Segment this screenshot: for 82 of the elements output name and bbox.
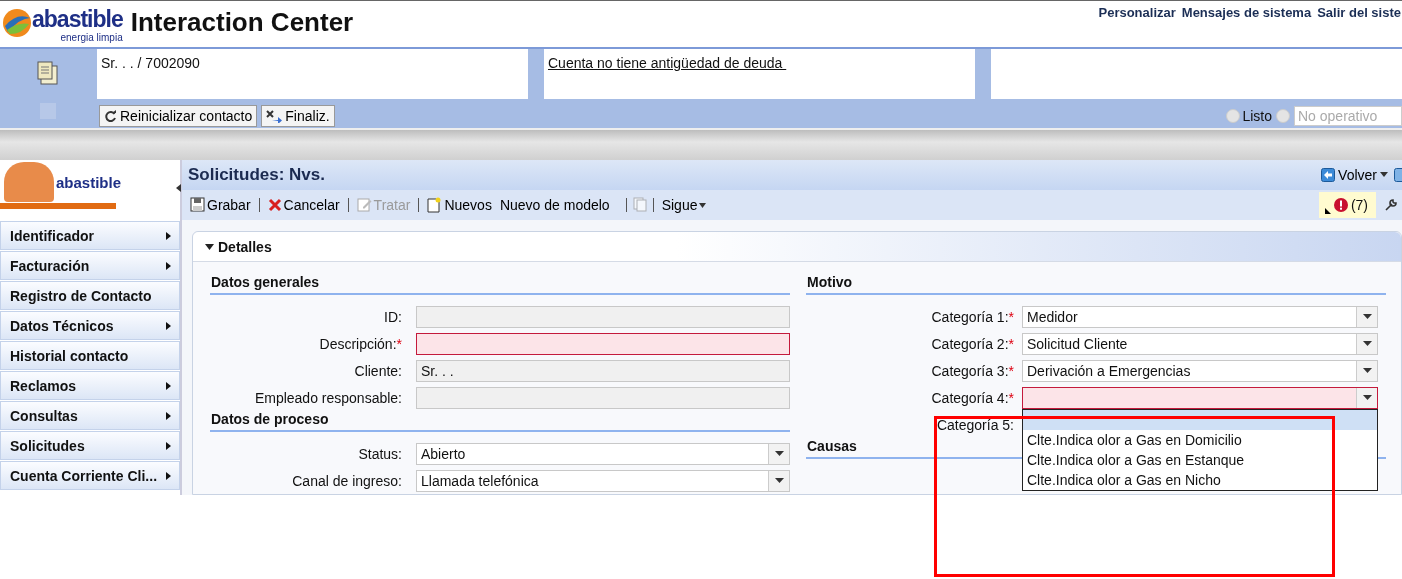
sidebar-item[interactable]: Cuenta Corriente Cli... — [0, 461, 180, 490]
corner-triangle-icon — [1324, 207, 1331, 214]
sidebar-logo-text: abastible — [56, 174, 122, 191]
sidebar-item[interactable]: Consultas — [0, 401, 180, 430]
end-call-icon — [266, 109, 283, 123]
refresh-icon — [104, 109, 117, 123]
sidebar-item[interactable]: Reclamos — [0, 371, 180, 400]
cancel-icon — [267, 197, 282, 212]
new-document-icon — [427, 196, 443, 213]
dropdown-caret-icon — [699, 201, 707, 208]
field-label: ID: — [383, 308, 403, 325]
dropdown-option[interactable]: Clte.Indica olor a Gas en Domicilio — [1023, 429, 1377, 450]
toolbar-button[interactable]: Cancelar — [265, 196, 342, 213]
caret-icon — [1380, 172, 1388, 178]
contact-button[interactable]: Finaliz. — [261, 105, 335, 127]
sidebar-item[interactable]: Solicitudes — [0, 431, 180, 460]
save-icon — [190, 197, 205, 213]
toolbar-button[interactable]: Grabar — [188, 196, 253, 213]
dropdown-arrow-icon — [1362, 341, 1372, 346]
debt-notice-link[interactable]: Cuenta no tiene antigüedad de deuda — [548, 55, 787, 71]
dropdown-field[interactable]: Medidor — [1022, 305, 1378, 328]
dropdown-arrow-icon — [1362, 368, 1372, 373]
document-icon[interactable] — [36, 61, 59, 85]
sidebar-item[interactable]: Identificador — [0, 221, 180, 250]
brand-tagline: energia limpia — [60, 31, 123, 43]
contact-button[interactable]: Reinicializar contacto — [99, 105, 258, 127]
status-label: Listo — [1242, 108, 1272, 124]
dropdown-arrow-icon — [774, 451, 784, 456]
blank-option[interactable] — [1023, 409, 1377, 430]
field-label: Categoría 5: — [935, 416, 1015, 433]
wrench-icon[interactable] — [1384, 197, 1398, 212]
section-heading: Datos de proceso — [210, 411, 790, 432]
field-label: Status: — [357, 445, 403, 462]
dropdown-field[interactable]: Llamada telefónica — [416, 469, 790, 492]
field-label: Categoría 2:* — [930, 335, 1015, 352]
back-arrow-icon — [1321, 167, 1336, 182]
header-link[interactable]: Salir del siste — [1317, 5, 1401, 20]
sidebar-item[interactable]: Facturación — [0, 251, 180, 280]
edit-icon — [356, 197, 372, 213]
dropdown-field[interactable]: Derivación a Emergencias — [1022, 359, 1378, 382]
dropdown-field[interactable]: Solicitud Cliente — [1022, 332, 1378, 355]
sidebar-item[interactable]: Registro de Contacto — [0, 281, 180, 310]
logo-swirl-icon — [2, 7, 32, 38]
field-label: Canal de ingreso: — [291, 472, 403, 489]
panel-header[interactable]: Detalles — [193, 232, 1401, 262]
sidebar-item[interactable]: Historial contacto — [0, 341, 180, 370]
alerts-indicator[interactable]: (7) — [1318, 191, 1376, 218]
field-label: Categoría 4:* — [930, 389, 1015, 406]
toolbar-button[interactable]: Nuevos — [425, 196, 494, 213]
dropdown-arrow-icon — [1362, 395, 1372, 400]
field-label: Categoría 1:* — [930, 308, 1015, 325]
toolbar-button[interactable]: Nuevo de modelo — [497, 196, 612, 213]
brand-logo-text: abastible — [32, 5, 123, 32]
contact-account-box: Sr. . . / 7002090 — [97, 49, 528, 99]
back-button[interactable]: Volver — [1321, 166, 1388, 183]
readonly-field: Sr. . . — [416, 359, 790, 382]
section-heading: Datos generales — [210, 274, 790, 295]
status-field[interactable]: No operativo — [1294, 106, 1402, 126]
dropdown-option[interactable]: Clte.Indica olor a Gas en Nicho — [1023, 469, 1377, 490]
sidebar-item[interactable]: Datos Técnicos — [0, 311, 180, 340]
page-title: Solicitudes: Nvs. — [188, 164, 325, 185]
dropdown-arrow-icon — [774, 478, 784, 483]
status-radio[interactable] — [1226, 109, 1241, 123]
field-label: Cliente: — [353, 362, 403, 379]
field-label: Descripción:* — [318, 335, 403, 352]
field-label: Categoría 3:* — [930, 362, 1015, 379]
panel-title: Detalles — [218, 238, 272, 255]
dropdown-field[interactable] — [1022, 386, 1378, 409]
header-link[interactable]: Mensajes de sistema — [1181, 5, 1312, 20]
app-title: Interaction Center — [130, 7, 354, 38]
more-menu-button[interactable]: Sigue — [659, 196, 709, 213]
dropdown-arrow-icon — [1362, 314, 1372, 319]
dropdown-option[interactable]: Clte.Indica olor a Gas en Estanque — [1023, 449, 1377, 470]
dropdown-field[interactable]: Abierto — [416, 442, 790, 465]
input-field[interactable] — [416, 332, 790, 355]
collapse-arrow-icon[interactable] — [176, 184, 181, 192]
photo-placeholder — [4, 162, 54, 202]
field-label: Empleado responsable: — [253, 389, 403, 406]
status-radio[interactable] — [1276, 109, 1290, 123]
section-heading: Motivo — [806, 274, 1386, 295]
header-link[interactable]: Personalizar — [1098, 5, 1176, 20]
error-icon — [1333, 197, 1348, 212]
